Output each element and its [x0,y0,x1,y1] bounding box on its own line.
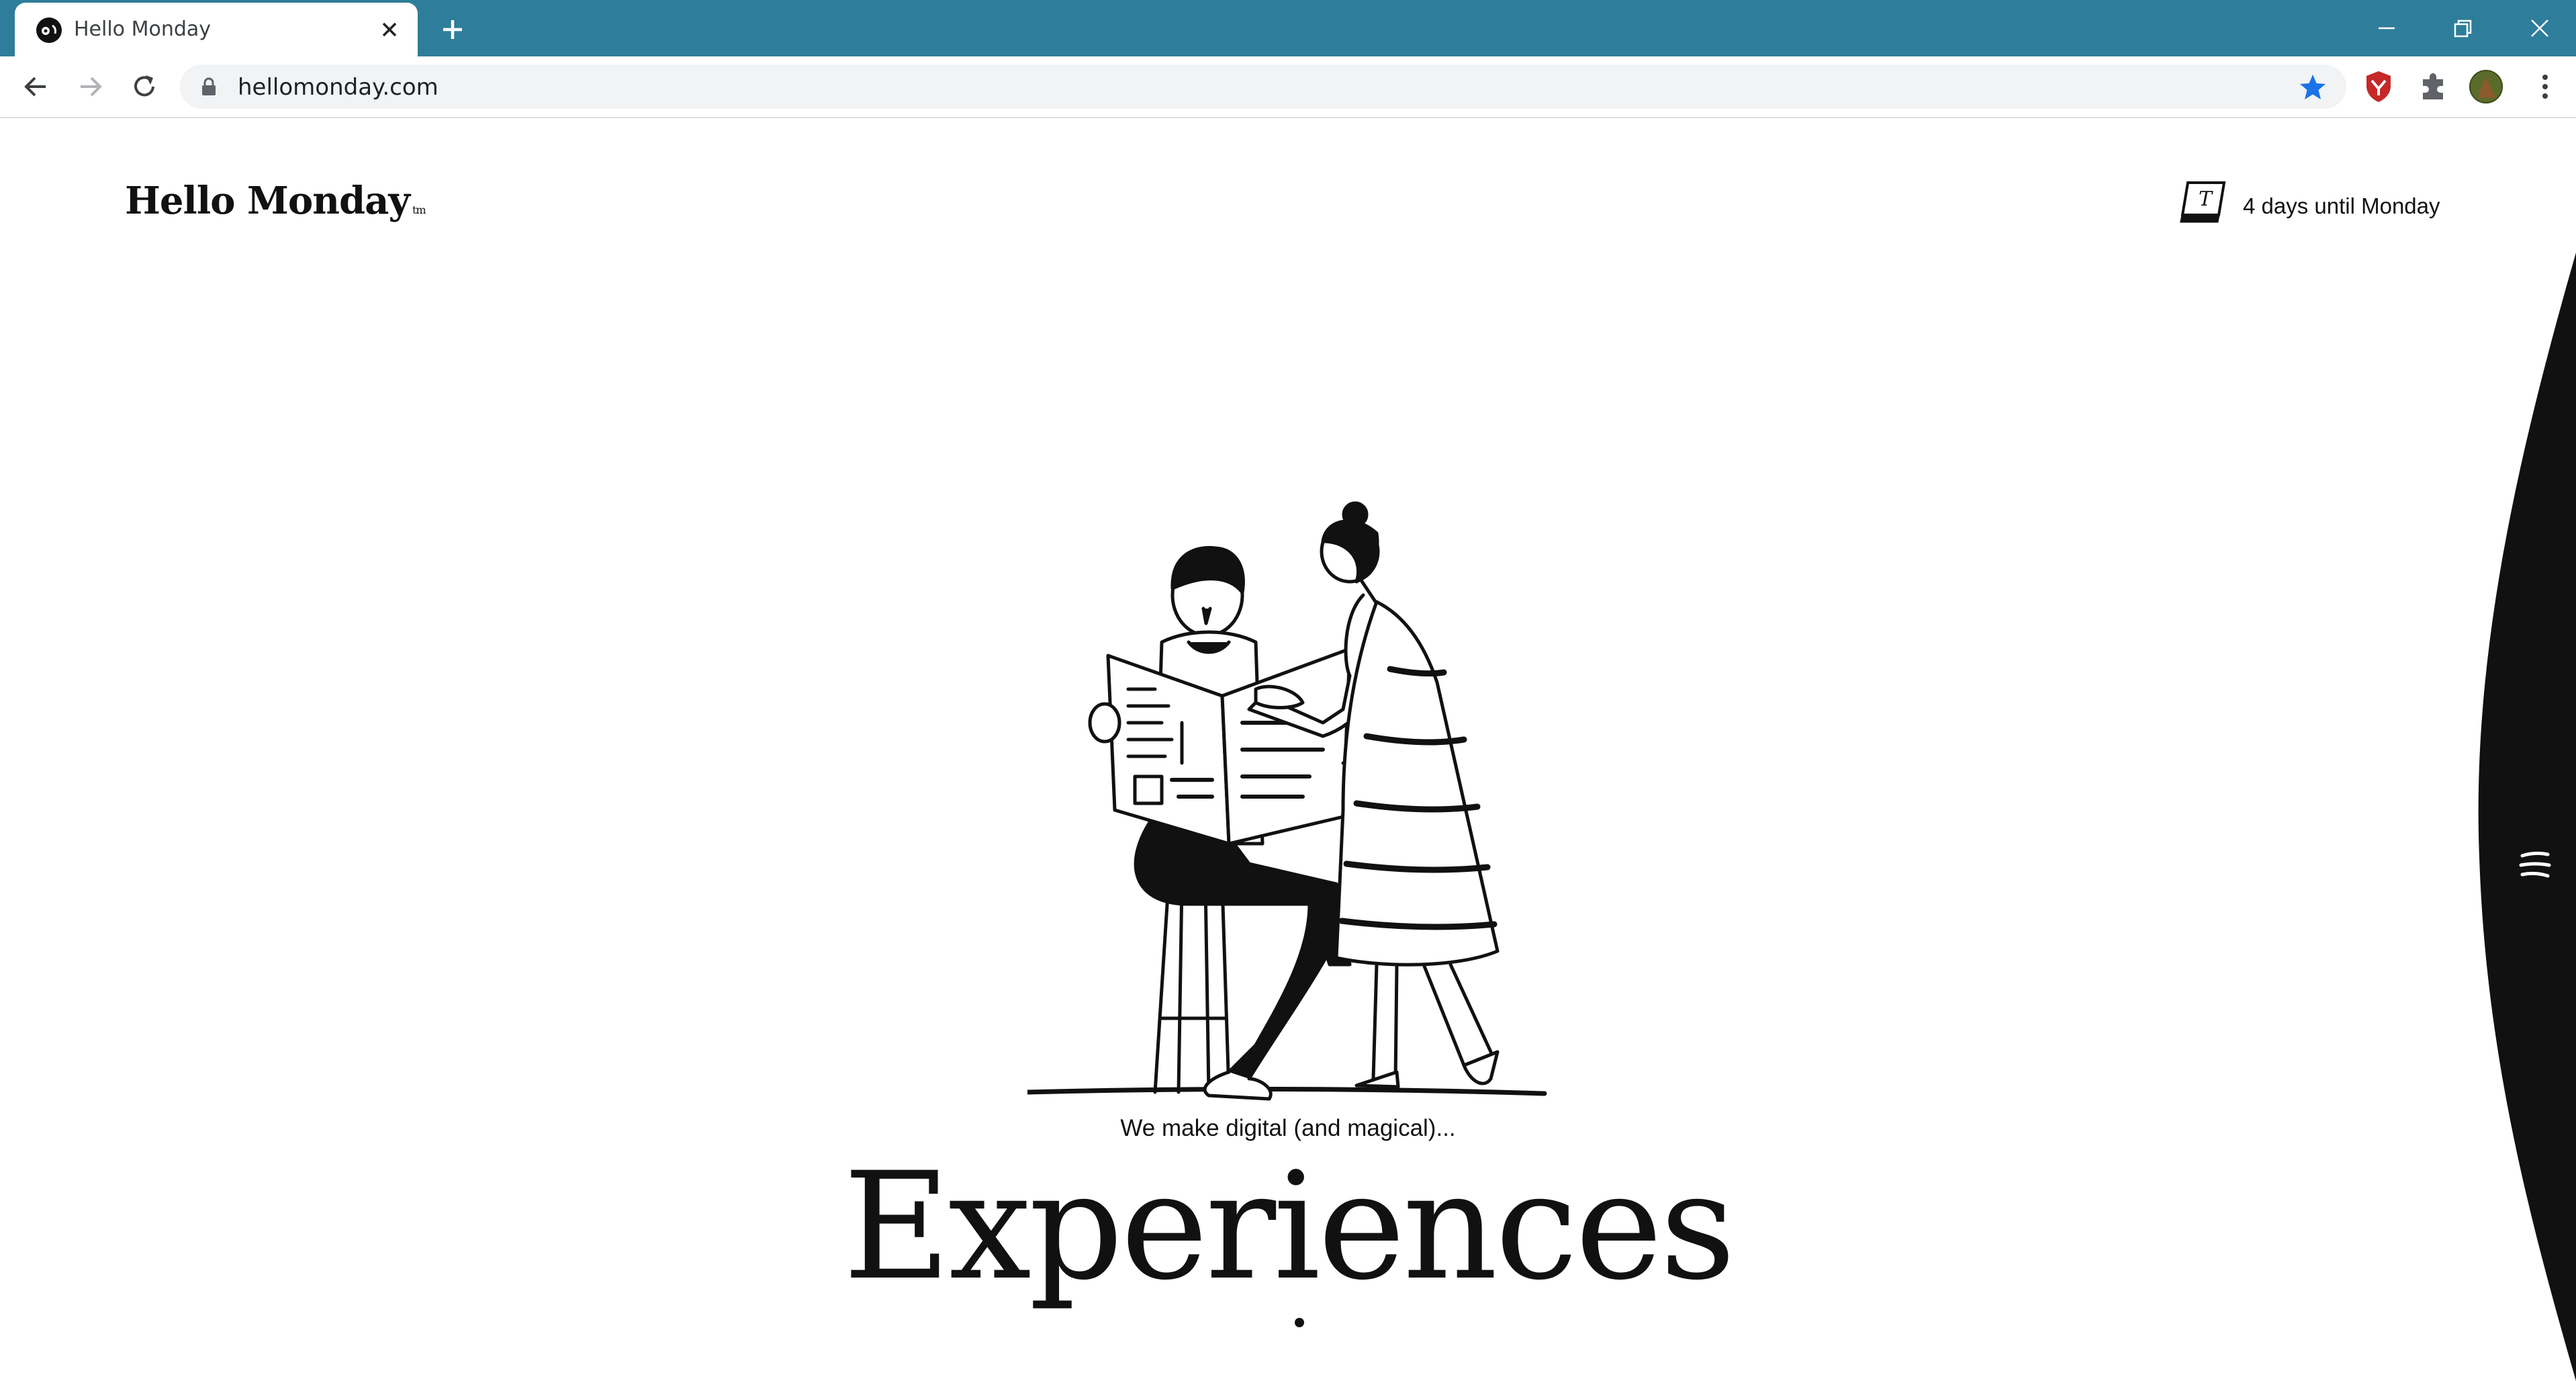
tagline: We make digital (and magical)... [1120,1115,1456,1141]
close-tab-icon[interactable] [377,17,402,42]
svg-text:T: T [2199,187,2213,211]
side-menu-panel[interactable] [2471,253,2576,1381]
new-tab-icon[interactable] [436,13,469,46]
profile-avatar-icon[interactable] [2469,69,2503,105]
countdown-text: 4 days until Monday [2243,193,2440,218]
tab-title: Hello Monday [74,17,212,41]
lock-icon[interactable] [200,77,218,97]
scroll-dot [1295,1318,1304,1327]
reload-icon[interactable] [128,70,161,103]
logo-text[interactable]: Hello Monday [125,179,410,223]
browser-toolbar: hellomonday.com [0,56,2576,118]
restore-icon[interactable] [2442,9,2482,47]
logo-trademark: tm [412,204,426,216]
people-reading-newspaper-illustration [1027,501,1547,1101]
browser-tab-active[interactable]: Hello Monday [15,3,418,56]
extensions-puzzle-icon[interactable] [2416,69,2451,105]
hello-monday-face-icon [36,17,62,43]
bookmark-star-icon[interactable] [2298,73,2328,102]
site-logo[interactable]: Hello Monday tm [125,179,426,223]
close-window-icon[interactable] [2520,9,2560,47]
hamburger-menu-icon[interactable] [2517,849,2553,881]
headline: Experiences [843,1141,1735,1312]
url-text[interactable]: hellomonday.com [238,74,439,101]
kebab-menu-icon[interactable] [2528,69,2563,105]
browser-titlebar: Hello Monday [0,0,2576,56]
back-arrow-icon[interactable] [19,70,52,103]
address-bar[interactable]: hellomonday.com [180,64,2346,109]
shield-extension-icon[interactable] [2361,69,2396,105]
tear-off-calendar-icon: T [2180,181,2226,223]
forward-arrow-icon[interactable] [74,70,107,103]
minimize-icon[interactable] [2366,9,2407,47]
page-content: Hello Monday tm T 4 days until Monday We… [0,118,2576,1381]
